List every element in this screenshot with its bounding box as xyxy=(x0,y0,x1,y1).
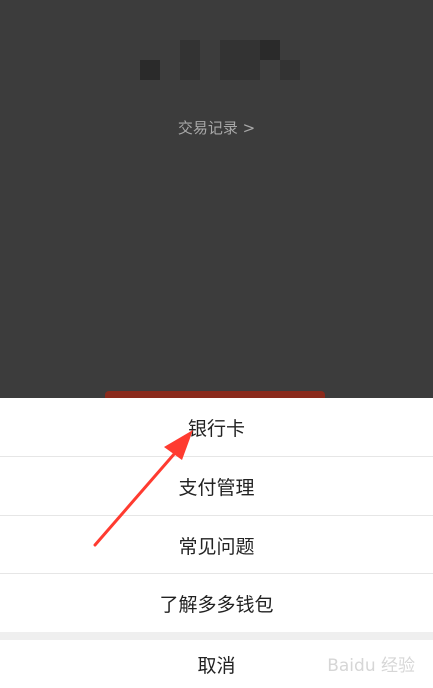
section-gap xyxy=(0,632,433,640)
baidu-watermark-logo: Baidu 经验 xyxy=(327,656,415,676)
option-label: 常见问题 xyxy=(178,535,255,558)
payment-management-option[interactable]: 支付管理 xyxy=(0,457,433,515)
masked-balance-part xyxy=(220,40,260,80)
bank-card-option[interactable]: 银行卡 xyxy=(0,398,433,456)
cancel-label: 取消 xyxy=(197,654,236,677)
about-wallet-option[interactable]: 了解多多钱包 xyxy=(0,574,433,632)
faq-option[interactable]: 常见问题 xyxy=(0,516,433,574)
dimmed-backdrop[interactable]: 交易记录 > xyxy=(0,0,433,401)
masked-balance-part xyxy=(180,40,200,80)
option-label: 银行卡 xyxy=(187,417,245,440)
masked-balance-part xyxy=(260,40,280,60)
option-label: 了解多多钱包 xyxy=(159,593,274,616)
masked-balance-part xyxy=(280,60,300,80)
option-label: 支付管理 xyxy=(178,476,255,499)
masked-balance xyxy=(140,60,160,80)
transactions-link[interactable]: 交易记录 > xyxy=(0,117,433,138)
